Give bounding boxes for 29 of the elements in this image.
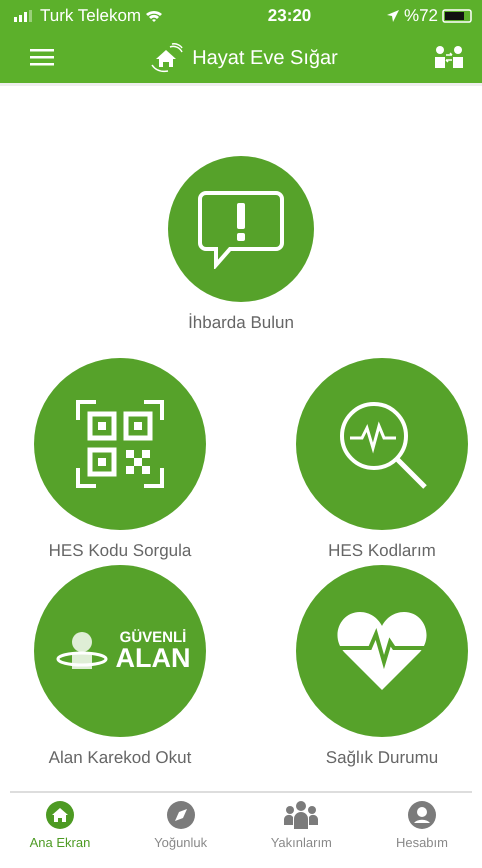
heart-pulse-icon — [336, 610, 428, 692]
tile-label: HES Kodu Sorgula — [48, 540, 192, 562]
qr-scan-icon — [76, 400, 164, 488]
user-icon — [408, 800, 436, 829]
person-ring-icon — [56, 631, 108, 671]
tab-bar-item[interactable]: Yoğunluk — [130, 800, 231, 852]
alert-speech-bubble-icon — [196, 189, 286, 269]
people-icon — [284, 800, 318, 829]
tile-label: HES Kodlarım — [328, 540, 436, 562]
battery-icon — [442, 9, 472, 23]
menu-tile-button[interactable]: GÜVENLİ ALAN — [34, 565, 206, 737]
home-icon — [46, 800, 74, 829]
tile-label: Alan Karekod Okut — [48, 747, 192, 769]
tile-label: İhbarda Bulun — [188, 312, 294, 334]
tab-bar-item[interactable]: Yakınlarım — [251, 800, 352, 852]
tab-bar-item[interactable]: Ana Ekran — [10, 800, 110, 852]
carrier-name: Turk Telekom — [40, 5, 142, 28]
clock-time: 23:20 — [268, 5, 312, 28]
house-hands-logo-icon — [150, 42, 184, 72]
battery-percent: %72 — [404, 5, 438, 28]
switch-users-button[interactable] — [434, 45, 464, 70]
wifi-icon — [145, 9, 164, 23]
logo-text: GÜVENLİ — [118, 630, 188, 645]
tile-label: Sağlık Durumu — [326, 747, 438, 769]
logo-text: ALAN — [116, 645, 190, 672]
location-arrow-icon — [386, 9, 400, 23]
app-title: Hayat Eve Sığar — [192, 46, 338, 70]
compass-icon — [166, 800, 195, 829]
tab-bar-item[interactable]: Hesabım — [372, 800, 472, 852]
